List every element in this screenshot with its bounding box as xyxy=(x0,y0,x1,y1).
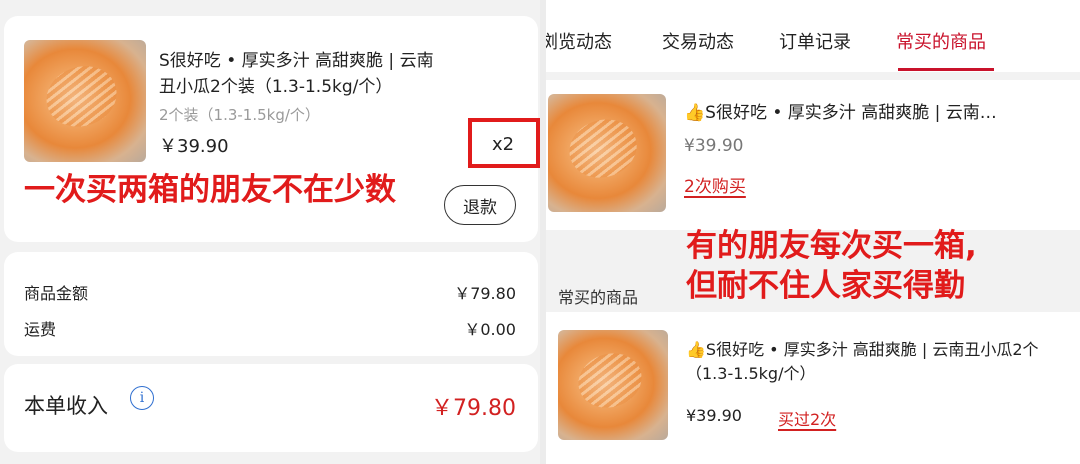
refund-button[interactable]: 退款 xyxy=(444,185,516,225)
product-price: ￥39.90 xyxy=(159,136,229,157)
item2-title-line1[interactable]: 👍S很好吃 • 厚实多汁 高甜爽脆 | 云南丑小瓜2个 xyxy=(686,336,1039,360)
product-title-line2[interactable]: 丑小瓜2个装（1.3-1.5kg/个） xyxy=(159,72,392,97)
item1-title[interactable]: 👍S很好吃 • 厚实多汁 高甜爽脆 | 云南… xyxy=(684,98,997,123)
goods-amount-value: ￥79.80 xyxy=(454,284,516,303)
goods-amount-label: 商品金额 xyxy=(24,284,89,303)
order-income-card: 本单收入 i ￥79.80 xyxy=(4,364,538,452)
right-screenshot-panel: 浏览动态 交易动态 订单记录 常买的商品 👍S很好吃 • 厚实多汁 高甜爽脆 |… xyxy=(546,0,1080,464)
shipping-value: ￥0.00 xyxy=(464,320,516,339)
tab-orders[interactable]: 订单记录 xyxy=(779,28,851,54)
item2-title-line2[interactable]: （1.3-1.5kg/个） xyxy=(686,360,815,384)
product-thumbnail[interactable] xyxy=(548,94,666,212)
left-screenshot-panel: S很好吃 • 厚实多汁 高甜爽脆 | 云南 丑小瓜2个装（1.3-1.5kg/个… xyxy=(0,0,540,464)
product-thumbnail[interactable] xyxy=(24,40,146,162)
annotation-right-line2: 但耐不住人家买得勤 xyxy=(686,268,965,304)
tab-frequent-items[interactable]: 常买的商品 xyxy=(896,28,986,54)
frequent-item-card-1: 👍S很好吃 • 厚实多汁 高甜爽脆 | 云南… ¥39.90 2次购买 xyxy=(546,80,1080,230)
section-title: 常买的商品 xyxy=(558,288,639,307)
refund-button-label: 退款 xyxy=(463,197,497,218)
quantity-highlight-box xyxy=(468,118,540,168)
product-title-line1[interactable]: S很好吃 • 厚实多汁 高甜爽脆 | 云南 xyxy=(159,46,434,71)
item2-price: ¥39.90 xyxy=(686,406,742,425)
tab-browse[interactable]: 浏览动态 xyxy=(546,28,612,54)
frequent-item-card-2: 👍S很好吃 • 厚实多汁 高甜爽脆 | 云南丑小瓜2个 （1.3-1.5kg/个… xyxy=(546,312,1080,464)
info-icon[interactable]: i xyxy=(130,386,154,410)
product-spec: 2个装（1.3-1.5kg/个） xyxy=(159,106,320,124)
active-tab-indicator xyxy=(898,68,994,71)
annotation-left: 一次买两箱的朋友不在少数 xyxy=(24,172,396,208)
tab-bar: 浏览动态 交易动态 订单记录 常买的商品 xyxy=(546,0,1080,72)
annotation-right-line1: 有的朋友每次买一箱, xyxy=(686,228,977,264)
product-thumbnail[interactable] xyxy=(558,330,668,440)
item1-price: ¥39.90 xyxy=(684,136,744,156)
shipping-label: 运费 xyxy=(24,320,57,339)
item2-purchase-count: 买过2次 xyxy=(778,410,837,429)
order-summary-card: 商品金额 ￥79.80 运费 ￥0.00 xyxy=(4,252,538,356)
item1-purchase-count: 2次购买 xyxy=(684,177,746,197)
tab-trade[interactable]: 交易动态 xyxy=(662,28,734,54)
income-value: ￥79.80 xyxy=(431,396,516,421)
income-label: 本单收入 xyxy=(24,394,108,418)
